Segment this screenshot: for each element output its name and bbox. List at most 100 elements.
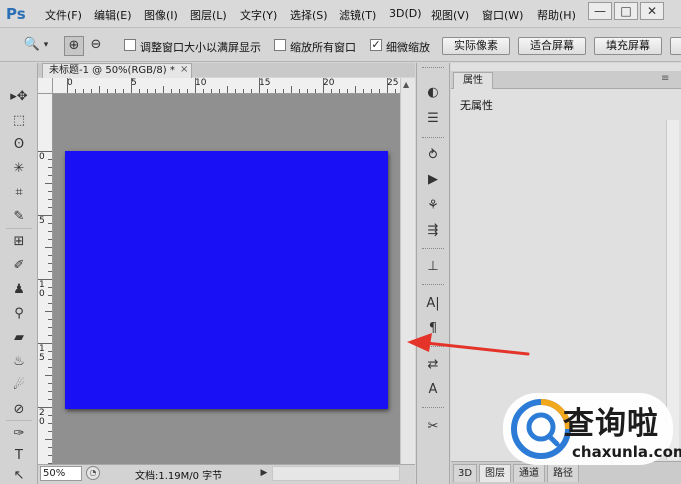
history-brush-tool-icon[interactable]: ⚲ — [8, 304, 30, 324]
ruler-tick — [395, 89, 396, 93]
status-menu-arrow-icon[interactable]: ▶ — [258, 466, 270, 480]
ruler-tick — [187, 89, 188, 93]
paint-bucket-tool-icon[interactable]: ♨ — [8, 352, 30, 372]
menu-file[interactable]: 文件(F) — [45, 7, 82, 23]
healing-brush-tool-icon[interactable]: ⊞ — [8, 232, 30, 252]
menu-filter[interactable]: 滤镜(T) — [339, 7, 376, 23]
close-window-button[interactable]: ✕ — [640, 2, 664, 20]
tool-divider — [6, 420, 32, 421]
tab-channels[interactable]: 通道 — [513, 464, 545, 482]
ruler-tick — [48, 335, 52, 336]
zoom-out-icon[interactable]: ⊖ — [86, 36, 106, 56]
ruler-tick — [48, 255, 52, 256]
brush-tool-icon[interactable]: ✐ — [8, 256, 30, 276]
ruler-tick — [48, 287, 52, 288]
dock-grip[interactable] — [422, 67, 444, 69]
ruler-tick — [147, 89, 148, 93]
fill-screen-button[interactable]: 填充屏幕 — [594, 37, 662, 55]
marquee-tool-icon[interactable]: ⬚ — [8, 111, 30, 131]
adjustments-panel-icon[interactable]: ⇶ — [422, 221, 444, 241]
chevron-down-icon[interactable]: ▾ — [40, 36, 52, 56]
eraser-tool-icon[interactable]: ▰ — [8, 328, 30, 348]
swatches-panel-icon[interactable]: ☰ — [422, 109, 444, 129]
watermark-title: 查询啦 — [563, 406, 659, 442]
zoom-level-field[interactable]: 50% — [40, 466, 82, 481]
ruler-tick — [387, 78, 388, 93]
panel-menu-icon[interactable]: ≡ — [661, 73, 669, 84]
zoom-all-windows-checkbox[interactable] — [274, 39, 286, 51]
character-styles-panel-icon[interactable]: A — [422, 380, 444, 400]
tab-paths[interactable]: 路径 — [547, 464, 579, 482]
ruler-tick — [45, 375, 52, 376]
dock-grip[interactable] — [422, 248, 444, 250]
ruler-tick — [38, 279, 52, 280]
document-canvas[interactable] — [65, 151, 388, 409]
actual-pixels-button[interactable]: 实际像素 — [442, 37, 510, 55]
ruler-tick — [139, 89, 140, 93]
ruler-tick — [38, 151, 52, 152]
ruler-tick — [347, 89, 348, 93]
ruler-tick — [107, 89, 108, 93]
history-panel-icon[interactable]: ⥁ — [422, 146, 444, 166]
scroll-up-icon[interactable]: ▲ — [403, 80, 409, 89]
tab-properties[interactable]: 属性 — [453, 72, 493, 89]
menu-type[interactable]: 文字(Y) — [240, 7, 277, 23]
dock-grip[interactable] — [422, 137, 444, 139]
dock-grip[interactable] — [422, 346, 444, 348]
type-tool-icon[interactable]: T — [8, 446, 30, 466]
resize-windows-checkbox[interactable] — [124, 39, 136, 51]
ruler-tick — [48, 223, 52, 224]
paragraph-styles-panel-icon[interactable]: ⇄ — [422, 355, 444, 375]
dock-grip[interactable] — [422, 407, 444, 409]
ruler-tick — [48, 399, 52, 400]
lasso-tool-icon[interactable]: ʘ — [8, 135, 30, 155]
menu-view[interactable]: 视图(V) — [431, 7, 469, 23]
fit-screen-button[interactable]: 适合屏幕 — [518, 37, 586, 55]
ruler-label: 1 5 — [39, 344, 45, 363]
character-panel-icon[interactable]: A| — [422, 294, 444, 314]
ruler-tick — [331, 89, 332, 93]
path-selection-tool-icon[interactable]: ↖ — [8, 466, 30, 484]
blur-tool-icon[interactable]: ☄ — [8, 376, 30, 396]
tool-presets-panel-icon[interactable]: ✂ — [422, 417, 444, 437]
status-info-icon[interactable]: ◔ — [86, 466, 100, 480]
menu-help[interactable]: 帮助(H) — [537, 7, 576, 23]
document-tab[interactable]: 未标题-1 @ 50%(RGB/8) * — [42, 63, 192, 78]
paragraph-panel-icon[interactable]: ¶ — [422, 319, 444, 339]
ruler-label: 25 — [387, 78, 399, 88]
ruler-tick — [171, 89, 172, 93]
vertical-scrollbar[interactable] — [400, 78, 415, 464]
scrubby-zoom-checkbox[interactable]: ✓ — [370, 39, 382, 51]
menu-edit[interactable]: 编辑(E) — [94, 7, 132, 23]
ruler-tick — [91, 89, 92, 93]
menu-layer[interactable]: 图层(L) — [190, 7, 227, 23]
close-tab-icon[interactable]: × — [180, 63, 188, 77]
ruler-tick — [227, 86, 228, 93]
menu-image[interactable]: 图像(I) — [144, 7, 178, 23]
dodge-tool-icon[interactable]: ⊘ — [8, 400, 30, 420]
clone-source-panel-icon[interactable]: ⊥ — [422, 257, 444, 277]
clone-stamp-tool-icon[interactable]: ♟ — [8, 280, 30, 300]
crop-tool-icon[interactable]: ⌗ — [8, 183, 30, 203]
more-options-button[interactable] — [670, 37, 681, 55]
maximize-button[interactable]: □ — [614, 2, 638, 20]
ruler-tick — [283, 89, 284, 93]
ruler-tick — [48, 207, 52, 208]
tab-layers[interactable]: 图层 — [479, 464, 511, 482]
menu-window[interactable]: 窗口(W) — [482, 7, 523, 23]
pen-tool-icon[interactable]: ✑ — [8, 424, 30, 444]
minimize-button[interactable]: — — [588, 2, 612, 20]
horizontal-scrollbar[interactable] — [272, 466, 400, 481]
magic-wand-tool-icon[interactable]: ✳ — [8, 159, 30, 179]
eyedropper-tool-icon[interactable]: ✎ — [8, 207, 30, 227]
dock-grip[interactable] — [422, 284, 444, 286]
menu-3d[interactable]: 3D(D) — [389, 7, 422, 20]
color-panel-icon[interactable]: ◐ — [422, 83, 444, 103]
zoom-in-icon[interactable]: ⊕ — [64, 36, 84, 56]
zoom-tool-icon[interactable]: 🔍 — [22, 36, 42, 56]
menu-select[interactable]: 选择(S) — [290, 7, 328, 23]
actions-panel-icon[interactable]: ▶ — [422, 170, 444, 190]
tab-3d[interactable]: 3D — [453, 464, 477, 482]
brush-presets-panel-icon[interactable]: ⚘ — [422, 196, 444, 216]
move-tool-icon[interactable]: ▸✥ — [8, 87, 30, 107]
